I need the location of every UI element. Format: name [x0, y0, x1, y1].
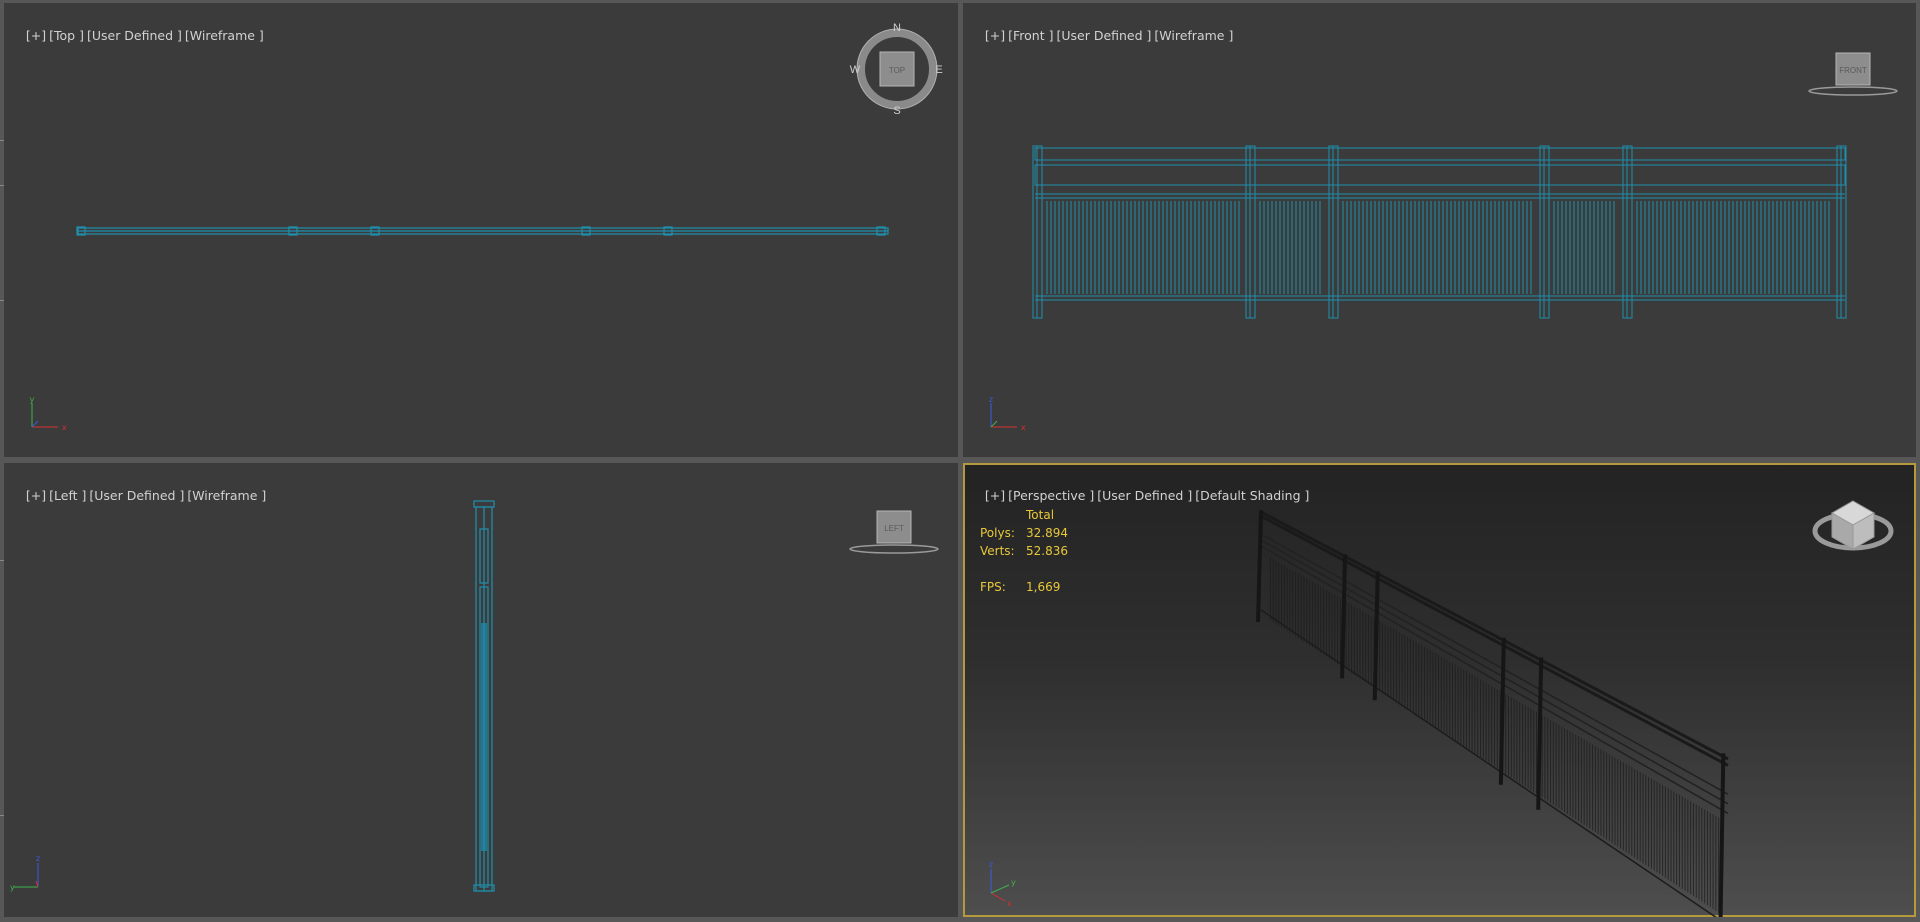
svg-text:W: W	[850, 64, 861, 76]
railing-front-wireframe	[1032, 145, 1847, 319]
svg-text:x: x	[62, 423, 67, 432]
axis-tripod-icon: y x	[30, 395, 67, 432]
svg-text:y: y	[10, 883, 15, 892]
top-scene	[76, 226, 889, 236]
viewport-top[interactable]: [+] [Top ] [User Defined ] [Wireframe ] TOP…	[4, 3, 958, 457]
mid-rail	[1034, 164, 1846, 186]
front-scene	[1032, 145, 1847, 319]
railing-perspective-model	[1256, 509, 1729, 917]
left-view-dense-bars	[481, 623, 487, 851]
svg-text:z: z	[36, 854, 40, 863]
svg-text:z: z	[989, 395, 993, 404]
axis-tripod-icon: z y	[10, 854, 40, 892]
svg-text:y: y	[30, 395, 35, 404]
svg-text:y: y	[1011, 878, 1016, 887]
viewcube-front[interactable]: FRONT	[1803, 49, 1903, 101]
viewport-left[interactable]: [+] [Left ] [User Defined ] [Wireframe ] LE…	[4, 463, 958, 917]
top-rail	[1034, 147, 1846, 161]
post	[1340, 554, 1348, 679]
axis-tripod-icon: z x y	[989, 860, 1016, 907]
svg-text:LEFT: LEFT	[884, 524, 904, 533]
svg-text:S: S	[893, 105, 900, 115]
svg-text:TOP: TOP	[889, 66, 905, 75]
viewport-front[interactable]: [+] [Front ] [User Defined ] [Wireframe ] F…	[963, 3, 1916, 457]
axis-tripod-icon: z x	[989, 395, 1026, 432]
svg-text:x: x	[1007, 899, 1012, 907]
perspective-scene	[1256, 509, 1729, 917]
rail	[1260, 545, 1729, 815]
post	[1256, 509, 1263, 623]
viewport-perspective[interactable]: [+] [Perspective ] [User Defined ] [Default…	[963, 463, 1916, 917]
post	[1718, 753, 1726, 917]
railing-top-wireframe	[76, 226, 889, 236]
viewcube-left[interactable]: LEFT	[844, 507, 944, 559]
svg-text:E: E	[935, 64, 942, 76]
post	[1536, 657, 1544, 810]
viewcube-perspective[interactable]	[1808, 493, 1898, 557]
svg-text:x: x	[1021, 423, 1026, 432]
left-scene	[473, 500, 495, 892]
svg-text:N: N	[893, 22, 901, 34]
viewcube-compass[interactable]: TOP N S E W	[847, 21, 945, 115]
svg-text:FRONT: FRONT	[1839, 66, 1867, 75]
svg-text:z: z	[989, 860, 993, 869]
